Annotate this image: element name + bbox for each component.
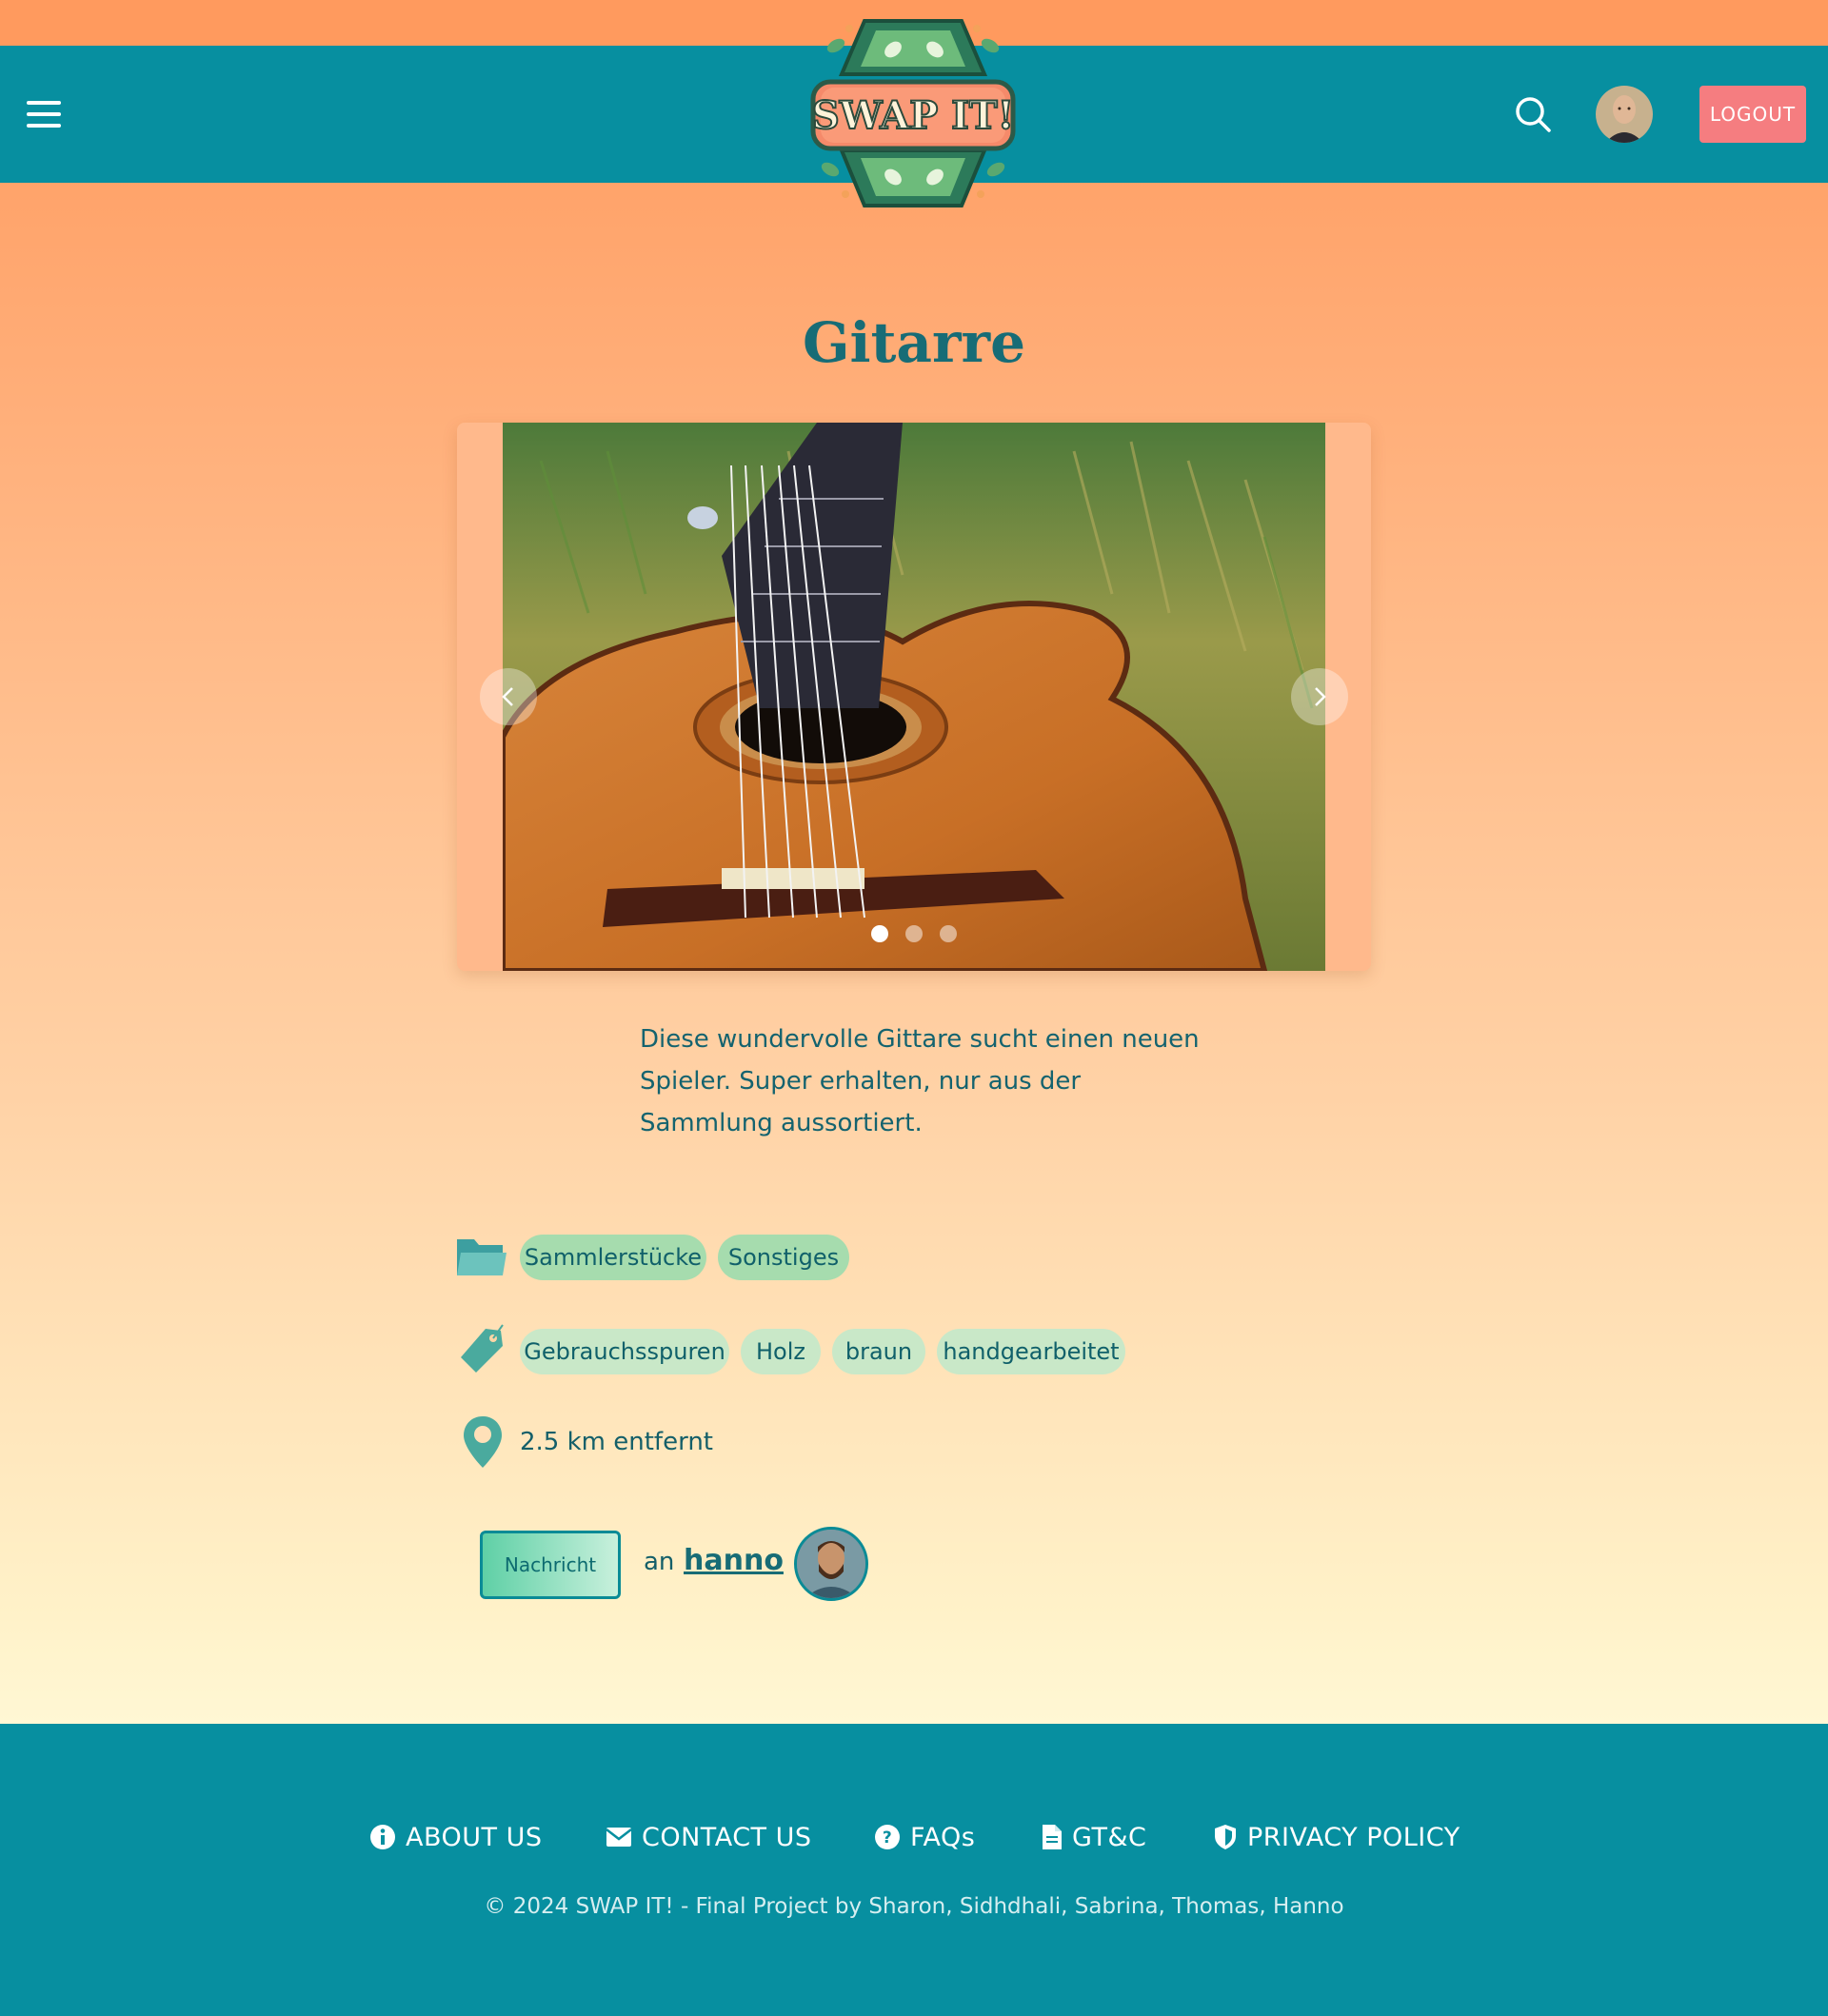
envelope-icon bbox=[606, 1826, 632, 1848]
carousel-next-button[interactable] bbox=[1291, 668, 1348, 725]
footer-link-label: ABOUT US bbox=[406, 1822, 543, 1852]
owner-profile-link[interactable]: hanno bbox=[684, 1544, 784, 1577]
category-chip[interactable]: Sonstiges bbox=[718, 1235, 849, 1280]
footer-link-about[interactable]: ABOUT US bbox=[369, 1820, 543, 1854]
footer bbox=[0, 1724, 1828, 2016]
tag-chip[interactable]: Gebrauchsspuren bbox=[520, 1329, 729, 1374]
item-description: Diese wundervolle Gittare sucht einen ne… bbox=[640, 1025, 1200, 1137]
svg-text:SWAP IT!: SWAP IT! bbox=[812, 93, 1014, 138]
carousel-dot[interactable] bbox=[871, 925, 888, 942]
info-icon bbox=[369, 1824, 396, 1850]
folder-icon bbox=[455, 1234, 508, 1283]
tag-icon bbox=[457, 1323, 507, 1380]
question-icon: ? bbox=[874, 1824, 901, 1850]
carousel-dot[interactable] bbox=[905, 925, 923, 942]
location-pin-icon bbox=[461, 1414, 505, 1473]
carousel-prev-button[interactable] bbox=[480, 668, 537, 725]
tag-chip[interactable]: Holz bbox=[741, 1329, 821, 1374]
chevron-left-icon bbox=[502, 687, 513, 706]
footer-link-label: CONTACT US bbox=[642, 1822, 812, 1852]
logout-button[interactable]: LOGOUT bbox=[1699, 86, 1806, 143]
image-carousel bbox=[457, 423, 1371, 971]
footer-link-faqs[interactable]: ? FAQs bbox=[874, 1820, 975, 1854]
carousel-dot[interactable] bbox=[940, 925, 957, 942]
footer-link-label: FAQs bbox=[910, 1822, 976, 1852]
chevron-right-icon bbox=[1315, 687, 1326, 706]
document-icon bbox=[1042, 1824, 1063, 1850]
owner-avatar[interactable] bbox=[794, 1527, 868, 1601]
carousel-indicators bbox=[871, 925, 957, 944]
distance-text: 2.5 km entfernt bbox=[520, 1428, 713, 1456]
tag-chip[interactable]: handgearbeitet bbox=[937, 1329, 1125, 1374]
footer-link-label: PRIVACY POLICY bbox=[1247, 1822, 1460, 1852]
shield-icon bbox=[1213, 1824, 1238, 1850]
footer-link-gtc[interactable]: GT&C bbox=[1042, 1820, 1146, 1854]
carousel-slide-image bbox=[503, 423, 1325, 971]
search-icon bbox=[1516, 97, 1551, 132]
category-chip[interactable]: Sammlerstücke bbox=[520, 1235, 706, 1280]
footer-link-contact[interactable]: CONTACT US bbox=[606, 1820, 812, 1854]
page-title: Gitarre bbox=[803, 310, 1025, 375]
hamburger-menu-button[interactable] bbox=[25, 99, 63, 129]
footer-link-label: GT&C bbox=[1072, 1822, 1147, 1852]
logo[interactable]: SWAP IT! bbox=[807, 8, 1019, 223]
search-button[interactable] bbox=[1514, 95, 1552, 133]
message-button[interactable]: Nachricht bbox=[480, 1531, 621, 1599]
tag-chip[interactable]: braun bbox=[832, 1329, 925, 1374]
svg-text:?: ? bbox=[883, 1828, 892, 1848]
footer-link-privacy[interactable]: PRIVACY POLICY bbox=[1213, 1820, 1460, 1854]
recipient-prefix: an bbox=[644, 1548, 675, 1576]
user-avatar[interactable] bbox=[1596, 86, 1653, 143]
copyright-text: © 2024 SWAP IT! - Final Project by Sharo… bbox=[484, 1894, 1344, 1919]
